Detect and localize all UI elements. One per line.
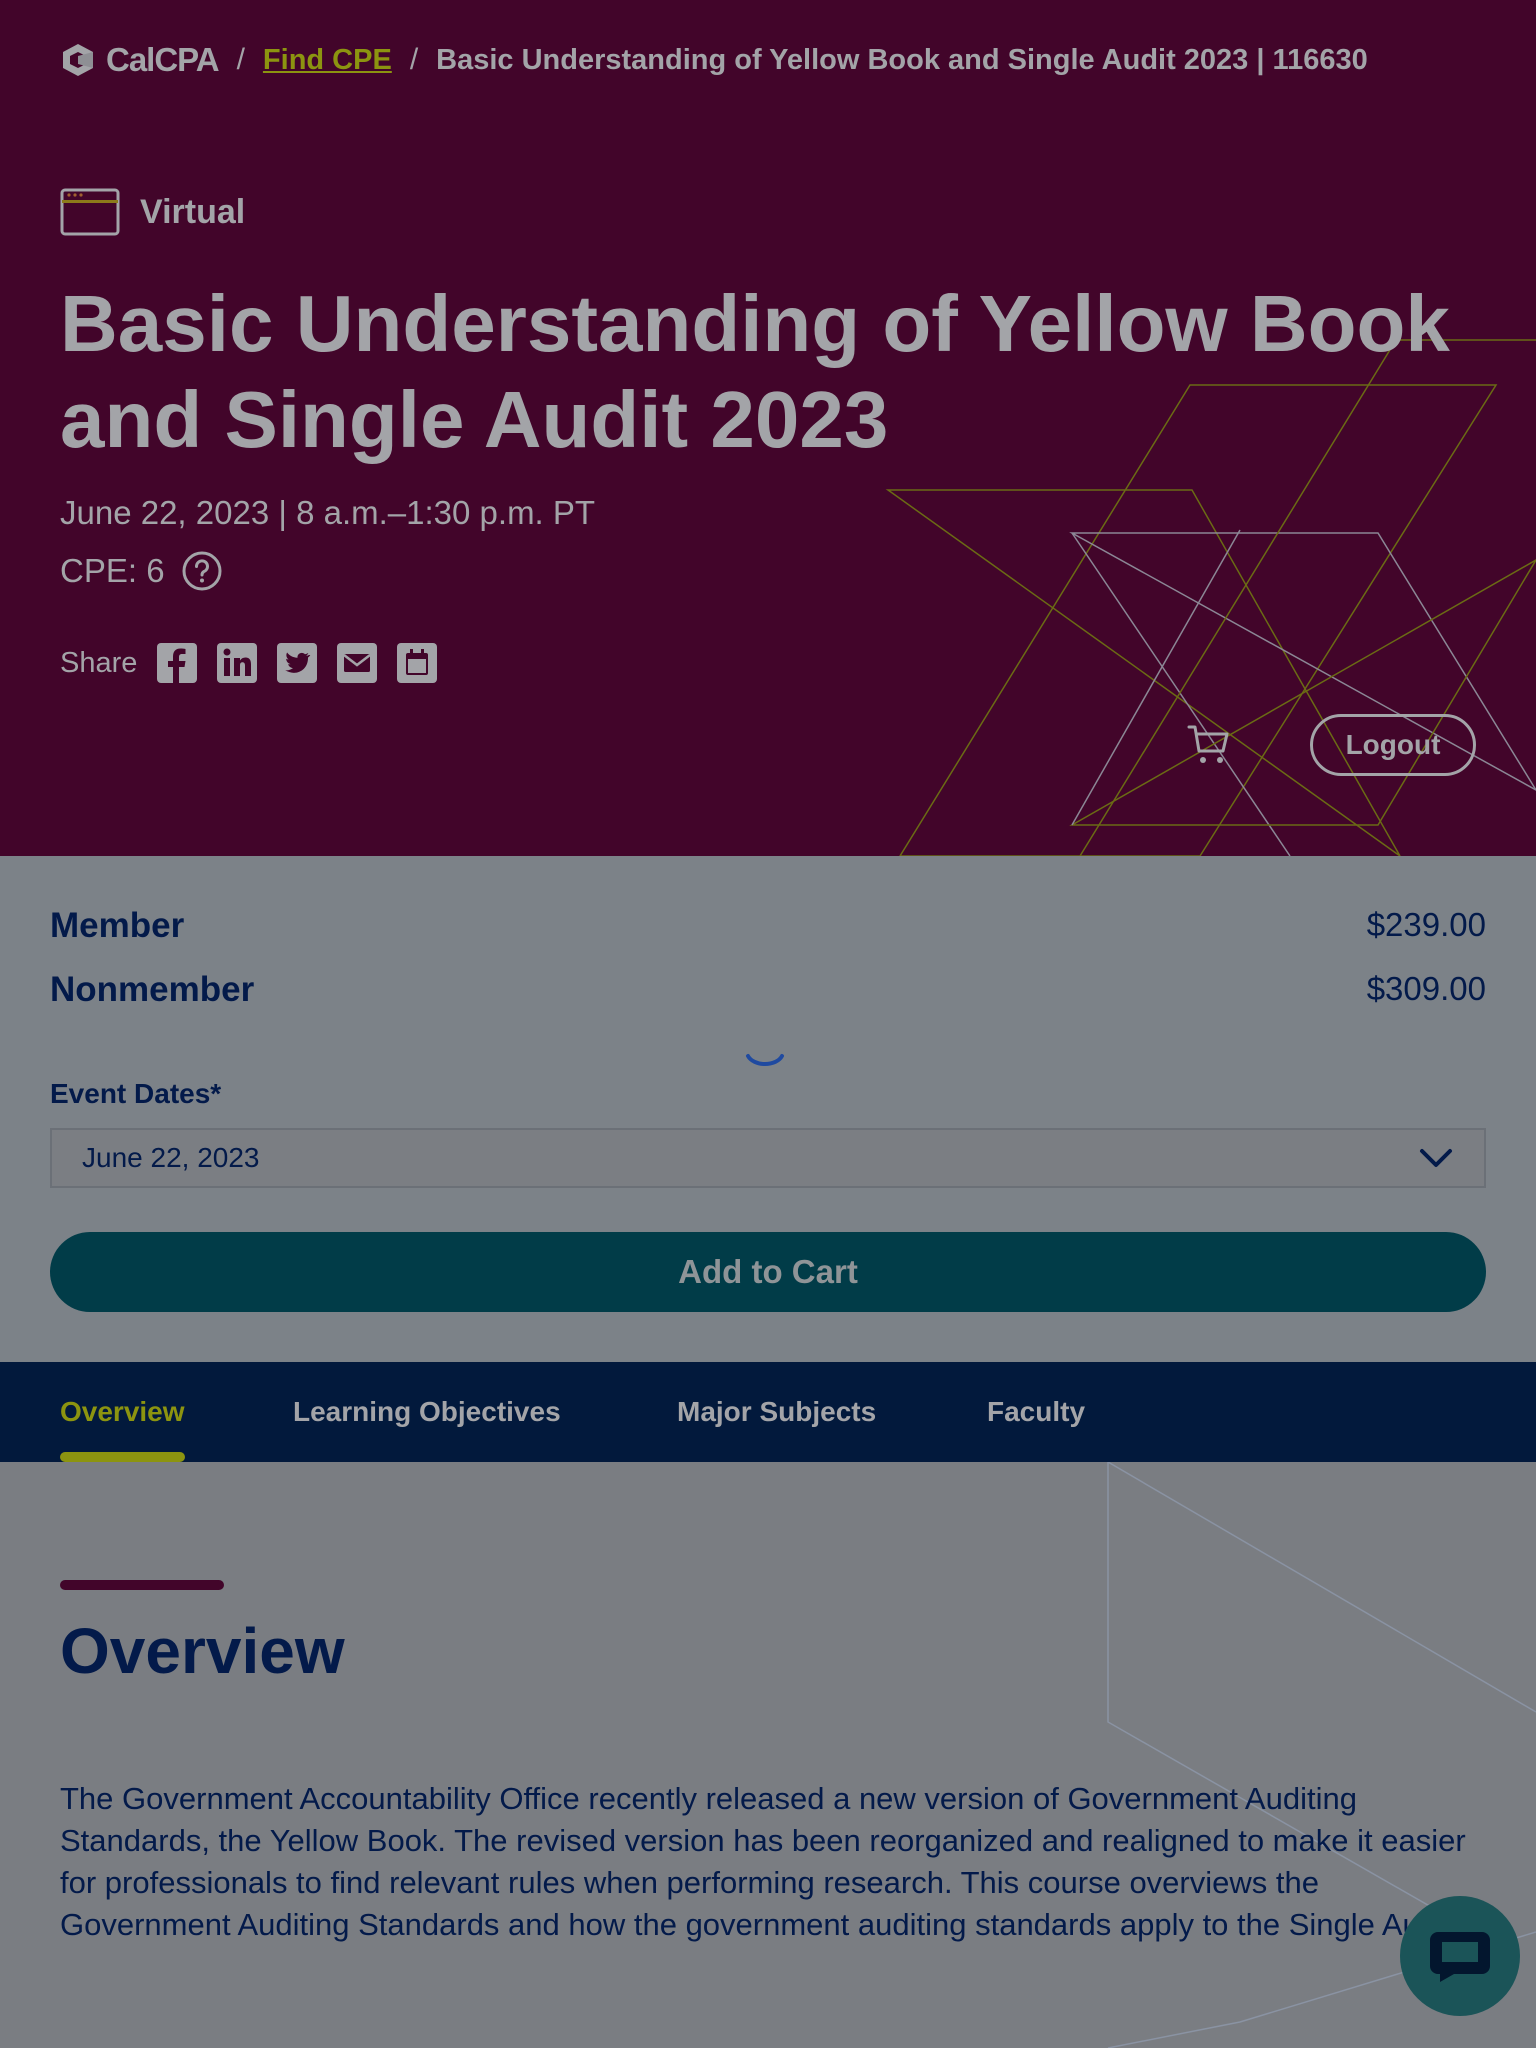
virtual-browser-icon	[60, 188, 120, 236]
section-accent-bar	[60, 1580, 224, 1590]
cpe-label: CPE: 6	[60, 552, 165, 589]
linkedin-icon[interactable]	[215, 641, 259, 685]
price-label: Member	[50, 906, 185, 945]
share-bar: Share	[60, 641, 439, 685]
cpe-credits: CPE: 6	[60, 550, 223, 592]
price-value: $239.00	[1366, 906, 1486, 943]
twitter-icon[interactable]	[275, 641, 319, 685]
calendar-icon[interactable]	[395, 641, 439, 685]
email-icon[interactable]	[335, 641, 379, 685]
chevron-down-icon	[1420, 1149, 1452, 1167]
cart-icon[interactable]	[1186, 722, 1232, 768]
selected-date: June 22, 2023	[82, 1142, 260, 1173]
price-value: $309.00	[1366, 970, 1486, 1007]
logo-text: CalCPA	[106, 41, 220, 78]
price-row-member: Member $239.00	[50, 906, 1486, 946]
breadcrumb-separator: /	[409, 43, 419, 76]
price-label: Nonmember	[50, 970, 255, 1009]
share-label: Share	[60, 646, 138, 679]
breadcrumb-find-cpe-link[interactable]: Find CPE	[263, 44, 392, 77]
tab-overview[interactable]: Overview	[60, 1362, 185, 1462]
format-label: Virtual	[140, 192, 246, 231]
add-to-cart-button[interactable]: Add to Cart	[50, 1232, 1486, 1312]
active-tab-indicator	[60, 1452, 185, 1462]
breadcrumb-separator: /	[236, 43, 245, 76]
event-dates-label: Event Dates*	[50, 1078, 222, 1109]
overview-section: Overview The Government Accountability O…	[0, 1462, 1536, 2048]
breadcrumb-current: Basic Understanding of Yellow Book and S…	[436, 43, 1368, 76]
decorative-lines	[1107, 1462, 1536, 2048]
overview-body: The Government Accountability Office rec…	[60, 1781, 1466, 1942]
help-circle-icon[interactable]	[181, 550, 223, 592]
pricing-panel: Member $239.00 Nonmember $309.00 Event D…	[0, 856, 1536, 1362]
event-hero: CalCPA / Find CPE / Basic Understanding …	[0, 0, 1536, 856]
calcpa-logo-icon	[63, 44, 93, 76]
tab-learning-objectives[interactable]: Learning Objectives	[293, 1362, 561, 1462]
tab-label: Faculty	[987, 1396, 1086, 1427]
facebook-icon[interactable]	[155, 641, 199, 685]
event-format: Virtual	[60, 188, 245, 236]
chat-button[interactable]	[1400, 1896, 1520, 2016]
event-date-time: June 22, 2023 | 8 a.m.–1:30 p.m. PT	[60, 494, 596, 531]
tab-label: Learning Objectives	[293, 1396, 561, 1427]
tab-major-subjects[interactable]: Major Subjects	[677, 1362, 876, 1462]
tab-label: Major Subjects	[677, 1396, 877, 1427]
calcpa-logo[interactable]: CalCPA	[60, 41, 220, 79]
event-title: Basic Understanding of Yellow Book and S…	[60, 279, 1450, 464]
event-date-select[interactable]: June 22, 2023	[50, 1128, 1486, 1188]
breadcrumb: CalCPA / Find CPE / Basic Understanding …	[60, 40, 1368, 80]
chat-bubble-icon	[1430, 1932, 1490, 1982]
tab-label: Overview	[60, 1396, 185, 1427]
logout-button[interactable]: Logout	[1310, 714, 1476, 776]
tab-faculty[interactable]: Faculty	[987, 1362, 1085, 1462]
overview-heading: Overview	[60, 1615, 345, 1687]
loading-spinner-icon	[746, 1054, 784, 1067]
course-tabs: Overview Learning Objectives Major Subje…	[0, 1362, 1536, 1462]
price-row-nonmember: Nonmember $309.00	[50, 970, 1486, 1010]
